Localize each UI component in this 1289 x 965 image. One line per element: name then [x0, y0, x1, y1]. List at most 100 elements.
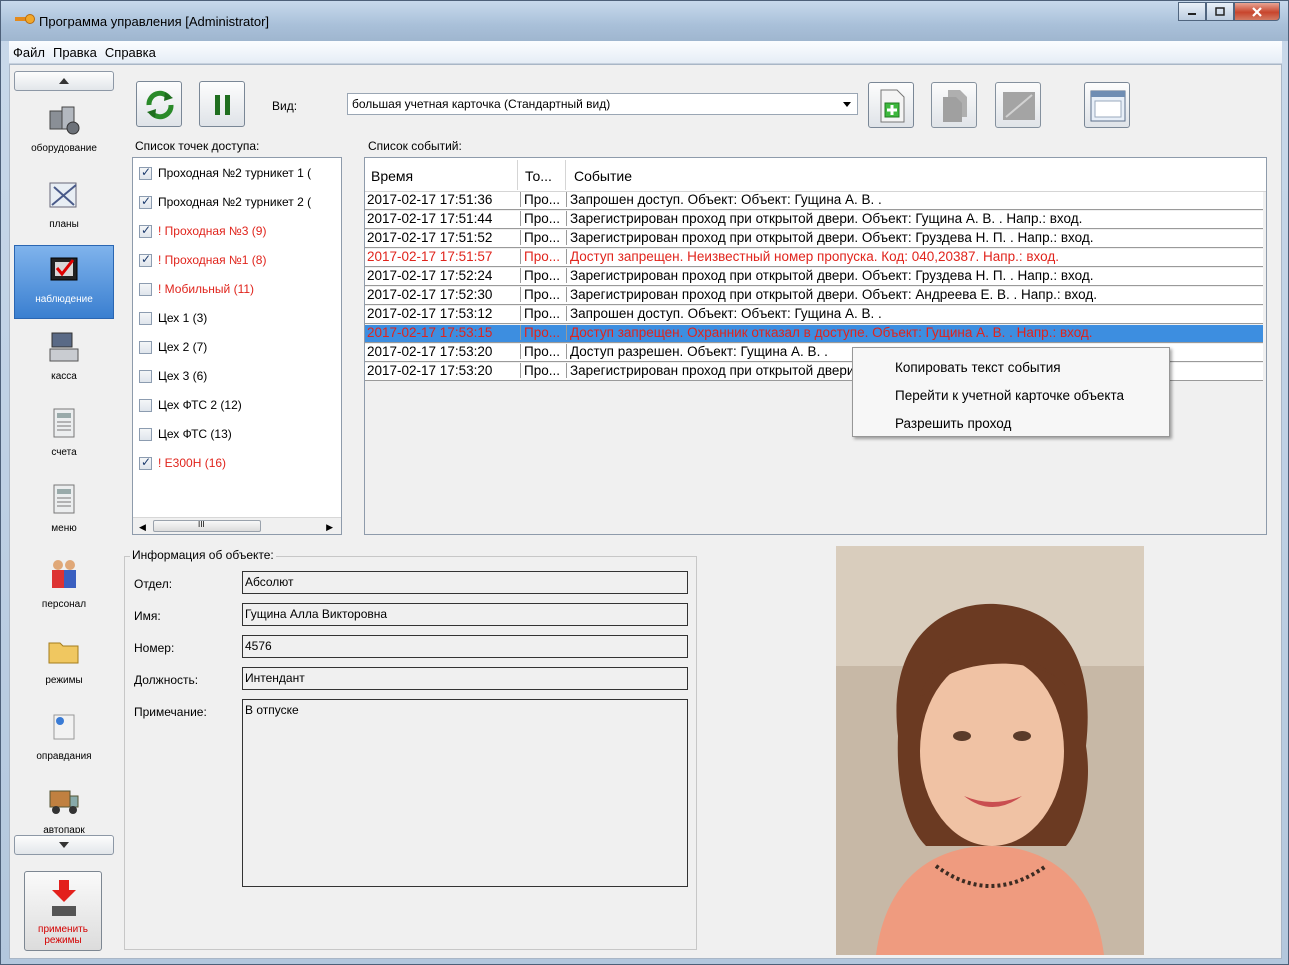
field-label-note: Примечание: [134, 705, 207, 719]
position-field[interactable]: Интендант [242, 667, 688, 690]
edit-card-button[interactable] [995, 82, 1041, 128]
table-row[interactable]: 2017-02-17 17:51:44 Про... Зарегистрирован… [365, 211, 1263, 229]
table-row[interactable]: 2017-02-17 17:51:36 Про... Запрошен доступ… [365, 192, 1263, 210]
field-label-name: Имя: [134, 609, 161, 623]
column-header-time[interactable]: Время [371, 168, 413, 184]
scroll-left-icon[interactable]: ◀ [139, 522, 146, 533]
column-header-point[interactable]: То... [525, 168, 552, 184]
table-row[interactable]: 2017-02-17 17:53:12 Про... Запрошен доступ… [365, 306, 1263, 324]
checkbox[interactable] [139, 340, 152, 354]
menu-item-open-object-card[interactable]: Перейти к учетной карточке объекта [895, 388, 1124, 403]
refresh-button[interactable] [136, 81, 182, 127]
list-item[interactable]: ! Проходная №3 (9) [139, 220, 266, 242]
menu-help[interactable]: Справка [101, 45, 160, 60]
nav-label-modes: режимы [45, 675, 83, 686]
refresh-icon [146, 90, 174, 120]
copy-document-icon [943, 90, 967, 122]
list-item[interactable]: Проходная №2 турникет 2 ( [139, 191, 311, 213]
scroll-thumb[interactable]: III [153, 520, 261, 532]
nav-item-accounts[interactable]: счета [14, 399, 114, 473]
window-layout-button[interactable] [1084, 82, 1130, 128]
add-card-button[interactable] [868, 82, 914, 128]
table-row[interactable]: 2017-02-17 17:51:52 Про... Зарегистрирован… [365, 230, 1263, 248]
modes-folder-icon [48, 642, 79, 664]
object-photo [836, 546, 1144, 955]
access-points-label: Список точек доступа: [135, 139, 260, 153]
object-info-title: Информация об объекте: [130, 548, 276, 562]
events-table-header: Время То... Событие [365, 158, 1266, 192]
nav-scroll-up-button[interactable] [14, 71, 114, 91]
maximize-icon [1215, 7, 1225, 16]
menu-item-copy-event-text[interactable]: Копировать текст события [895, 360, 1061, 375]
minimize-button[interactable] [1178, 2, 1206, 21]
list-item[interactable]: ! Проходная №1 (8) [139, 249, 266, 271]
nav-label-cash: касса [51, 371, 77, 382]
maximize-button[interactable] [1206, 2, 1234, 21]
column-divider[interactable] [565, 160, 566, 190]
name-field[interactable]: Гущина Алла Викторовна [242, 603, 688, 626]
checkbox[interactable] [139, 311, 152, 325]
checkbox[interactable] [139, 455, 152, 470]
nav-label-personnel: персонал [41, 599, 87, 610]
list-item[interactable]: ! Е300Н (16) [139, 452, 226, 474]
note-field[interactable]: В отпуске [242, 699, 688, 887]
nav-item-equipment[interactable]: оборудование [14, 95, 114, 169]
apply-modes-button[interactable]: применить режимы [24, 871, 102, 951]
main-window: Программа управления [Administrator] Фай… [0, 0, 1289, 965]
context-menu: Копировать текст события Перейти к учетн… [852, 347, 1170, 437]
minimize-icon [1188, 12, 1196, 15]
nav-item-fleet[interactable]: автопарк [14, 777, 114, 833]
menu-item-allow-passage[interactable]: Разрешить проход [895, 416, 1011, 431]
table-row[interactable]: 2017-02-17 17:52:24 Про... Зарегистрирован… [365, 268, 1263, 286]
department-field[interactable]: Абсолют [242, 571, 688, 594]
checkbox[interactable] [139, 369, 152, 383]
nav-label-equipment: оборудование [31, 143, 97, 154]
checkbox[interactable] [139, 427, 152, 441]
copy-card-button[interactable] [931, 82, 977, 128]
checkbox[interactable] [139, 165, 152, 180]
excuses-icon [53, 714, 75, 740]
monitoring-icon [50, 257, 78, 281]
arrow-up-icon [59, 78, 69, 84]
nav-item-excuses[interactable]: оправдания [14, 703, 114, 777]
list-item[interactable]: Проходная №2 турникет 1 ( [139, 162, 311, 184]
nav-item-menu[interactable]: меню [14, 475, 114, 549]
close-button[interactable] [1234, 2, 1280, 21]
list-item[interactable]: Цех 2 (7) [139, 336, 207, 358]
nav-item-modes[interactable]: режимы [14, 627, 114, 701]
menu-edit[interactable]: Правка [49, 45, 101, 60]
list-item[interactable]: Цех ФТС (13) [139, 423, 232, 445]
list-item[interactable]: Цех ФТС 2 (12) [139, 394, 242, 416]
pause-button[interactable] [199, 81, 245, 127]
scroll-right-icon[interactable]: ▶ [326, 522, 333, 533]
nav-item-cash[interactable]: касса [14, 323, 114, 397]
field-label-position: Должность: [134, 673, 199, 687]
checkbox[interactable] [139, 252, 152, 267]
column-divider[interactable] [517, 160, 518, 190]
nav-scroll-down-button[interactable] [14, 835, 114, 855]
column-header-event[interactable]: Событие [574, 168, 632, 184]
equipment-icon [49, 106, 80, 135]
window-title: Программа управления [Administrator] [39, 14, 270, 29]
nav-item-monitoring[interactable]: наблюдение [14, 245, 114, 319]
list-item[interactable]: ! Мобильный (11) [139, 278, 254, 300]
title-bar[interactable]: Программа управления [Administrator] [1, 1, 1288, 41]
table-row-selected[interactable]: 2017-02-17 17:53:15 Про... Доступ запрещен… [365, 325, 1263, 343]
checkbox[interactable] [139, 398, 152, 412]
table-row[interactable]: 2017-02-17 17:52:30 Про... Зарегистрирован… [365, 287, 1263, 305]
nav-label-accounts: счета [51, 447, 77, 458]
checkbox[interactable] [139, 282, 152, 296]
checkbox[interactable] [139, 223, 152, 238]
list-item[interactable]: Цех 3 (6) [139, 365, 207, 387]
list-item[interactable]: Цех 1 (3) [139, 307, 207, 329]
menu-file[interactable]: Файл [9, 45, 49, 60]
nav-item-plans[interactable]: планы [14, 171, 114, 245]
number-field[interactable]: 4576 [242, 635, 688, 658]
table-row[interactable]: 2017-02-17 17:51:57 Про... Доступ запрещен… [365, 249, 1263, 267]
checkbox[interactable] [139, 194, 152, 209]
view-select[interactable]: большая учетная карточка (Стандартный ви… [347, 93, 858, 115]
nav-item-personnel[interactable]: персонал [14, 551, 114, 625]
horizontal-scrollbar[interactable]: ◀ III ▶ [133, 517, 341, 534]
pause-icon [215, 95, 230, 115]
close-icon [1252, 6, 1262, 17]
